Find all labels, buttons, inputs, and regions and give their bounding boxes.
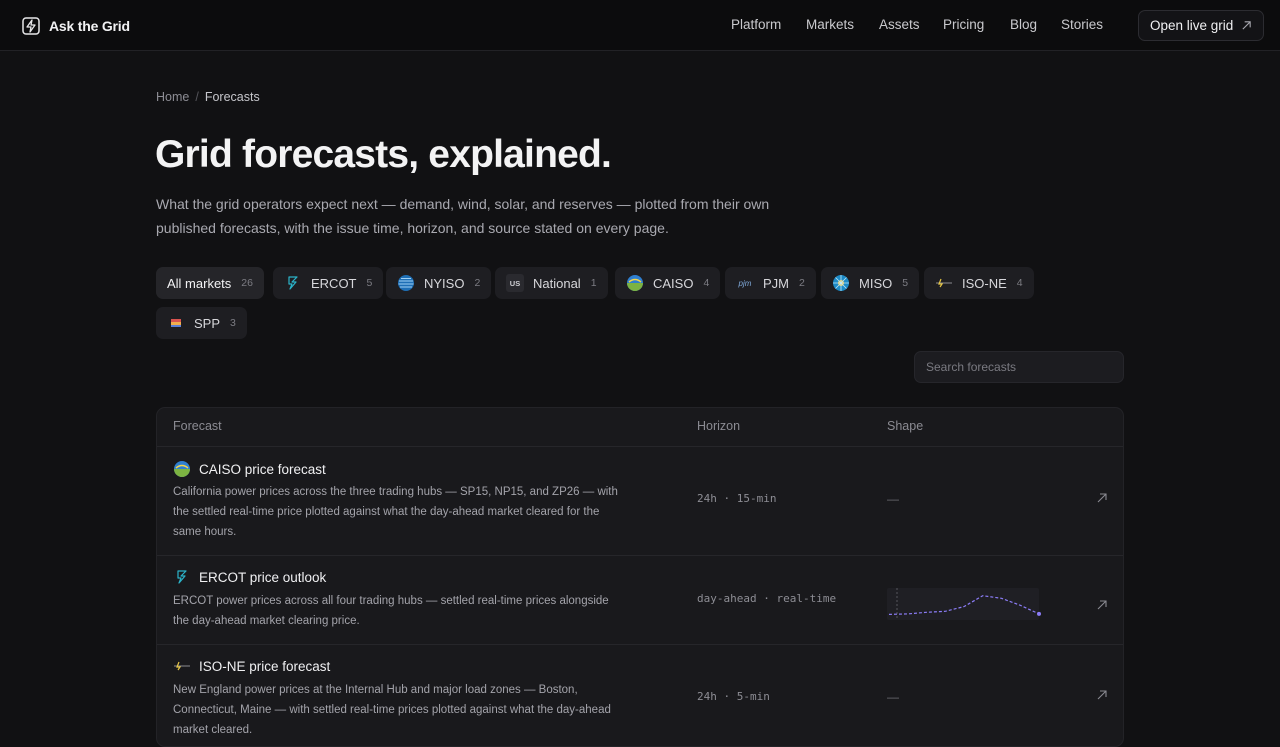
caiso-icon <box>626 274 644 292</box>
isone-icon <box>935 274 953 292</box>
filter-chip-spp[interactable]: SPP 3 <box>156 307 247 339</box>
table-row[interactable]: ERCOT price outlook ERCOT power prices a… <box>157 556 1123 645</box>
row-title-text: ERCOT price outlook <box>199 569 327 585</box>
filter-chip-count: 5 <box>902 277 909 289</box>
row-title-text: CAISO price forecast <box>199 461 326 477</box>
isone-icon <box>173 657 191 675</box>
breadcrumb: Home / Forecasts <box>156 90 260 104</box>
filter-chip-count: 5 <box>366 277 373 289</box>
nyiso-icon <box>397 274 415 292</box>
column-header-forecast: Forecast <box>173 419 222 433</box>
filter-chip-nyiso[interactable]: NYISO 2 <box>386 267 492 299</box>
arrow-up-right-icon[interactable] <box>1096 599 1108 611</box>
caiso-icon <box>173 460 191 478</box>
filter-chip-label: CAISO <box>653 275 694 291</box>
row-description: ERCOT power prices across all four tradi… <box>173 595 609 627</box>
brand-link[interactable]: Ask the Grid <box>21 15 130 37</box>
filter-chip-iso-ne[interactable]: ISO-NE 4 <box>924 267 1034 299</box>
column-header-shape: Shape <box>887 419 924 433</box>
brand-name: Ask the Grid <box>49 18 130 34</box>
open-live-grid-button[interactable]: Open live grid <box>1138 10 1264 41</box>
arrow-up-right-icon[interactable] <box>1096 492 1108 504</box>
ercot-icon <box>173 568 191 586</box>
filter-chip-count: 2 <box>474 277 481 289</box>
row-shape-empty: — <box>887 690 899 704</box>
nav-item-assets[interactable]: Assets <box>879 17 920 32</box>
nav-item-markets[interactable]: Markets <box>806 17 854 32</box>
filter-chip-count: 4 <box>703 277 710 289</box>
column-header-horizon: Horizon <box>697 419 741 433</box>
filter-chip-caiso[interactable]: CAISO 4 <box>615 267 721 299</box>
row-horizon: 24h · 15-min <box>697 492 777 505</box>
filter-chip-count: 3 <box>230 317 236 329</box>
bolt-slash-logo-icon <box>22 17 40 35</box>
us-flag-icon: US <box>506 274 524 292</box>
ercot-icon <box>284 274 302 292</box>
price-shape-sparkline <box>887 588 1041 620</box>
nav-item-stories[interactable]: Stories <box>1061 17 1103 32</box>
forecast-table: Forecast Horizon Shape CAISO price forec… <box>156 407 1124 747</box>
page-subtitle: What the grid operators expect next — de… <box>156 196 770 236</box>
filter-chip-all-markets[interactable]: All markets 26 <box>156 267 264 299</box>
filter-chip-label: All markets <box>167 275 232 291</box>
row-title[interactable]: CAISO price forecast <box>173 460 326 478</box>
row-horizon: day-ahead · real-time <box>697 592 837 605</box>
filter-chip-label: NYISO <box>424 275 465 291</box>
filter-chip-count: 4 <box>1016 277 1023 289</box>
sparkline-end-point <box>1037 611 1041 616</box>
filter-chip-label: National <box>533 275 581 291</box>
row-shape-empty: — <box>887 492 899 506</box>
filter-chip-national[interactable]: US National 1 <box>495 267 608 299</box>
top-navigation-bar: Ask the Grid Platform Markets Assets Pri… <box>0 0 1280 51</box>
arrow-up-right-icon[interactable] <box>1096 689 1108 701</box>
row-description: California power prices across the three… <box>173 486 618 538</box>
spp-icon <box>167 314 185 332</box>
miso-icon <box>832 274 850 292</box>
table-header: Forecast Horizon Shape <box>157 408 1123 447</box>
pjm-icon: pjm <box>738 278 752 288</box>
nav-item-platform[interactable]: Platform <box>731 17 781 32</box>
row-title-text: ISO-NE price forecast <box>199 658 331 674</box>
filter-chip-label: ISO-NE <box>962 275 1007 291</box>
filter-chip-miso[interactable]: MISO 5 <box>821 267 920 299</box>
filter-chip-count: 26 <box>241 277 253 289</box>
breadcrumb-home[interactable]: Home <box>156 90 189 104</box>
nav-item-blog[interactable]: Blog <box>1010 17 1037 32</box>
filter-chip-label: PJM <box>763 275 789 291</box>
filter-chip-label: ERCOT <box>311 275 357 291</box>
arrow-up-right-icon <box>1242 21 1252 30</box>
table-row[interactable]: ISO-NE price forecast New England power … <box>157 645 1123 746</box>
row-title[interactable]: ISO-NE price forecast <box>173 657 330 675</box>
breadcrumb-current: Forecasts <box>204 90 260 104</box>
filter-chip-pjm[interactable]: pjm PJM 2 <box>725 267 816 299</box>
breadcrumb-separator: / <box>195 90 199 104</box>
row-description: New England power prices at the Internal… <box>173 684 611 736</box>
filter-chip-label: MISO <box>859 275 893 291</box>
filter-chip-count: 2 <box>799 277 805 289</box>
table-row[interactable]: CAISO price forecast California power pr… <box>157 447 1123 556</box>
nav-item-pricing[interactable]: Pricing <box>943 17 984 32</box>
open-live-grid-label: Open live grid <box>1150 18 1234 33</box>
filter-chip-ercot[interactable]: ERCOT 5 <box>273 267 384 299</box>
row-title[interactable]: ERCOT price outlook <box>173 568 326 586</box>
page-title: Grid forecasts, explained. <box>155 133 612 176</box>
search-forecasts-input[interactable] <box>914 351 1124 383</box>
filter-chip-label: SPP <box>194 315 221 331</box>
row-horizon: 24h · 5-min <box>697 690 770 703</box>
filter-chip-count: 1 <box>590 277 597 289</box>
